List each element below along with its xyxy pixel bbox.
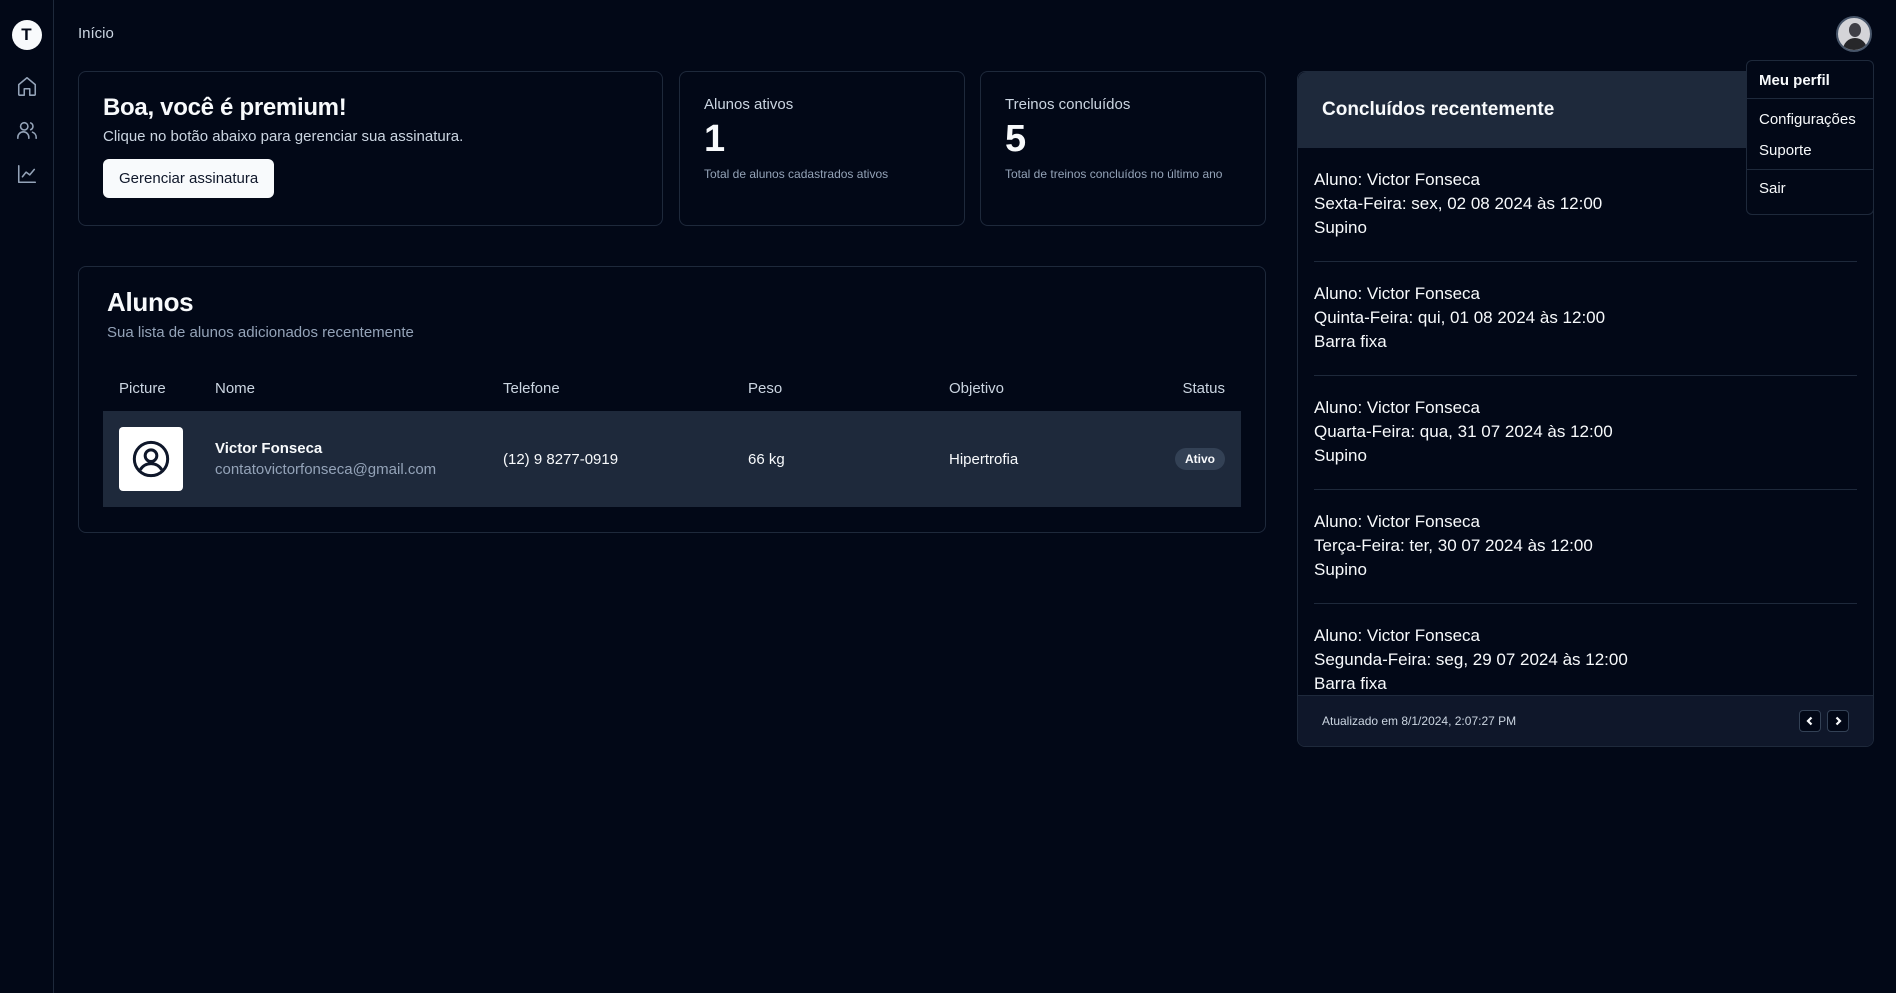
item-date: Quarta-Feira: qua, 31 07 2024 às 12:00 [1314,422,1613,441]
stat-label: Alunos ativos [704,96,794,113]
recent-list: Aluno: Victor Fonseca Sexta-Feira: sex, … [1298,148,1873,717]
avatar-head [1849,23,1861,37]
sidebar: T [0,0,54,993]
item-exercise: Barra fixa [1314,332,1387,351]
profile-dropdown-menu: Meu perfil Configurações Suporte Sair [1746,60,1874,215]
picture-cell [103,411,199,507]
student-email: contatovictorfonseca@gmail.com [215,461,437,478]
stat-description: Total de treinos concluídos no último an… [1005,166,1223,181]
premium-subtitle: Clique no botão abaixo para gerenciar su… [103,128,464,145]
item-date: Terça-Feira: ter, 30 07 2024 às 12:00 [1314,536,1593,555]
menu-label: Meu perfil [1759,72,1830,89]
table-row[interactable]: Victor Fonseca contatovictorfonseca@gmai… [103,411,1241,507]
prev-page-button[interactable] [1799,710,1821,732]
weight-cell: 66 kg [748,450,785,468]
item-date: Quinta-Feira: qui, 01 08 2024 às 12:00 [1314,308,1606,327]
breadcrumb[interactable]: Início [78,25,114,42]
phone-cell: (12) 9 8277-0919 [503,450,619,468]
premium-title: Boa, você é premium! [103,94,347,121]
students-title: Alunos [107,287,194,317]
avatar-body [1843,38,1867,50]
stat-value: 1 [704,118,726,160]
stat-description: Total de alunos cadastrados ativos [704,166,889,181]
list-item: Aluno: Victor Fonseca Terça-Feira: ter, … [1314,490,1857,604]
column-header-phone: Telefone [503,379,560,397]
item-exercise: Supino [1314,218,1367,237]
active-students-card: Alunos ativos 1 Total de alunos cadastra… [679,71,965,226]
chevron-left-icon [1806,716,1813,726]
user-avatar-button[interactable] [1836,16,1872,52]
premium-card: Boa, você é premium! Clique no botão aba… [78,71,663,226]
item-exercise: Supino [1314,446,1367,465]
manage-subscription-button[interactable]: Gerenciar assinatura [103,159,275,198]
column-header-picture: Picture [119,379,166,397]
stat-label: Treinos concluídos [1005,96,1131,113]
item-student: Aluno: Victor Fonseca [1314,626,1480,645]
stat-value: 5 [1005,118,1027,160]
pagination [1799,710,1849,732]
list-item: Aluno: Victor Fonseca Quinta-Feira: qui,… [1314,262,1857,376]
item-exercise: Barra fixa [1314,674,1387,693]
menu-item-logout[interactable]: Sair [1751,170,1869,203]
recent-title: Concluídos recentemente [1322,99,1555,120]
column-header-status: Status [1182,379,1225,397]
students-table: Picture Nome Telefone Peso Objetivo Stat… [103,365,1241,507]
column-header-goal: Objetivo [949,379,1005,397]
recent-footer: Atualizado em 8/1/2024, 2:07:27 PM [1298,695,1873,746]
users-icon[interactable] [15,118,39,142]
status-cell: Ativo [1113,411,1241,507]
user-circle-icon [132,440,170,478]
item-date: Segunda-Feira: seg, 29 07 2024 às 12:00 [1314,650,1628,669]
chevron-right-icon [1835,716,1842,726]
next-page-button[interactable] [1827,710,1849,732]
completed-workouts-card: Treinos concluídos 5 Total de treinos co… [980,71,1266,226]
goal-cell: Hipertrofia [949,450,1019,468]
name-cell: Victor Fonseca contatovictorfonseca@gmai… [199,411,487,507]
student-name: Victor Fonseca [215,440,323,457]
item-exercise: Supino [1314,560,1367,579]
list-item: Aluno: Victor Fonseca Quarta-Feira: qua,… [1314,376,1857,490]
item-student: Aluno: Victor Fonseca [1314,284,1480,303]
status-badge: Ativo [1175,448,1225,470]
menu-item-settings[interactable]: Configurações [1751,99,1869,134]
brand-logo[interactable]: T [11,20,42,50]
student-picture [119,427,183,491]
item-student: Aluno: Victor Fonseca [1314,398,1480,417]
students-subtitle: Sua lista de alunos adicionados recentem… [107,324,414,341]
chart-icon[interactable] [15,162,39,186]
updated-timestamp: Atualizado em 8/1/2024, 2:07:27 PM [1322,714,1517,728]
students-card: Alunos Sua lista de alunos adicionados r… [78,266,1266,533]
column-header-name: Nome [215,379,256,397]
table-header-row: Picture Nome Telefone Peso Objetivo Stat… [103,365,1241,411]
home-icon[interactable] [15,74,39,98]
item-student: Aluno: Victor Fonseca [1314,512,1480,531]
column-header-weight: Peso [748,379,783,397]
menu-item-support[interactable]: Suporte [1751,134,1869,165]
